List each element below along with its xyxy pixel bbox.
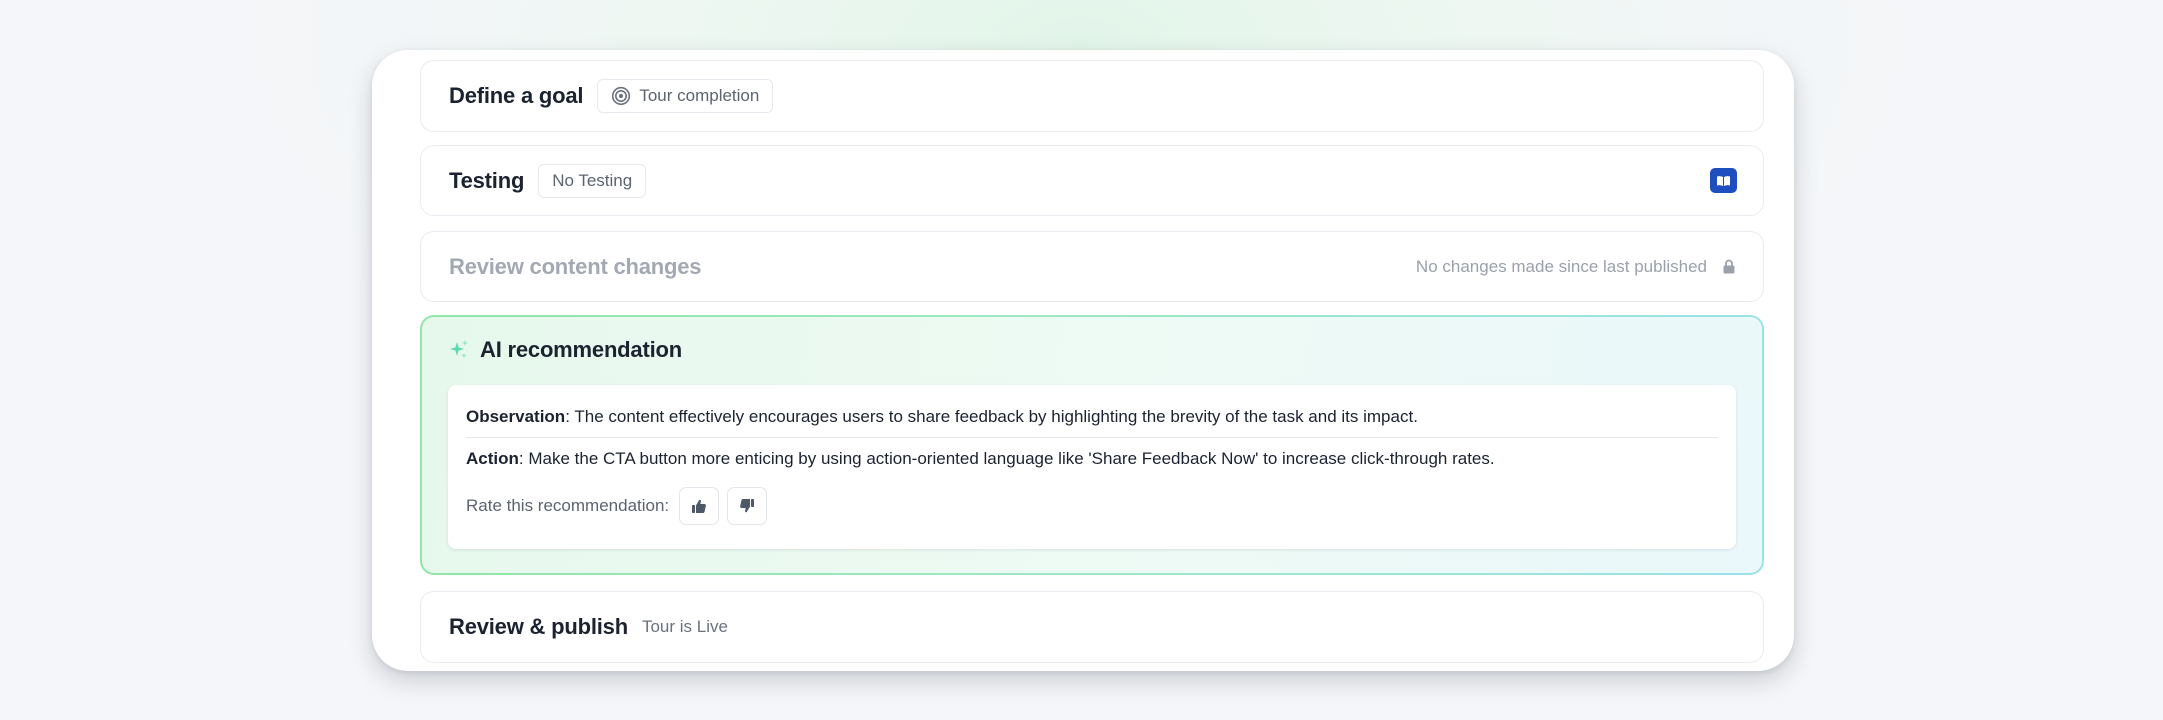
divider [466, 437, 1718, 438]
observation-label: Observation [466, 407, 566, 426]
docs-button[interactable] [1710, 168, 1737, 193]
action-row: Action: Make the CTA button more enticin… [466, 447, 1495, 471]
action-label: Action [466, 449, 519, 468]
review-publish-section[interactable]: Review & publish Tour is Live [420, 591, 1764, 663]
observation-row: Observation: The content effectively enc… [466, 405, 1418, 429]
goal-value-pill[interactable]: Tour completion [597, 79, 774, 113]
thumbs-up-icon [692, 499, 707, 513]
testing-section[interactable]: Testing No Testing [420, 145, 1764, 216]
rate-label: Rate this recommendation: [466, 496, 670, 515]
define-goal-section[interactable]: Define a goal Tour completion [420, 60, 1764, 132]
review-publish-title: Review & publish [449, 614, 628, 639]
testing-value-label: No Testing [552, 170, 633, 190]
review-changes-title: Review content changes [449, 253, 702, 279]
book-icon [1717, 175, 1730, 186]
target-icon [612, 86, 631, 106]
ai-recommendation-card: AI recommendation Observation: The conte… [420, 315, 1764, 575]
no-changes-status: No changes made since last published [1415, 256, 1707, 276]
ai-recommendation-title: AI recommendation [480, 337, 682, 362]
define-goal-title: Define a goal [449, 83, 584, 108]
thumbs-down-button[interactable] [727, 487, 768, 525]
testing-value-pill[interactable]: No Testing [538, 163, 647, 198]
lock-icon [1723, 259, 1735, 274]
sparkle-icon [450, 340, 468, 358]
publish-steps-panel: Define a goal Tour completion Testing No… [372, 50, 1794, 671]
rate-recommendation: Rate this recommendation: [466, 487, 775, 525]
action-text: Make the CTA button more enticing by usi… [523, 449, 1495, 468]
goal-value-label: Tour completion [639, 86, 760, 105]
observation-text: The content effectively encourages users… [569, 407, 1418, 426]
thumbs-down-icon [740, 499, 755, 513]
review-content-changes-section: Review content changes No changes made s… [420, 231, 1764, 302]
recommendation-box: Observation: The content effectively enc… [448, 385, 1736, 549]
publish-status: Tour is Live [641, 617, 728, 636]
thumbs-up-button[interactable] [679, 487, 720, 525]
testing-title: Testing [449, 167, 525, 193]
